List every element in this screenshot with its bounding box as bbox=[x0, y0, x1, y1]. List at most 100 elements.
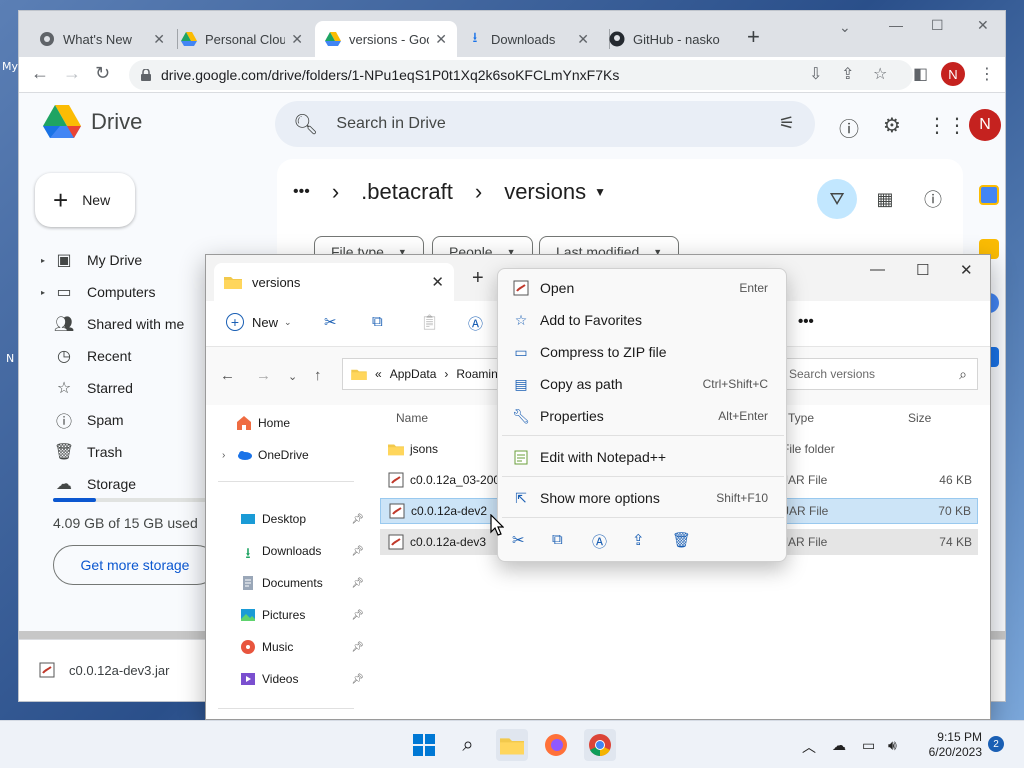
menu-item-edit-notepad[interactable]: Edit with Notepad++ bbox=[502, 442, 784, 472]
sidebar-item-shared[interactable]: 👥︎ Shared with me bbox=[41, 310, 184, 338]
paste-icon[interactable]: 📋︎ bbox=[420, 313, 439, 331]
grid-view-icon[interactable]: ▦ bbox=[865, 179, 905, 219]
start-button[interactable] bbox=[408, 729, 440, 761]
nav-item-downloads[interactable]: ⭳ Downloads 📌︎ bbox=[240, 537, 370, 565]
menu-item-compress-zip[interactable]: ▭ Compress to ZIP file bbox=[502, 337, 784, 367]
chrome-tab-github[interactable]: GitHub - nasko bbox=[599, 21, 741, 57]
menu-item-copy-as-path[interactable]: ▤ Copy as path Ctrl+Shift+C bbox=[502, 369, 784, 399]
pin-icon[interactable]: 📌︎ bbox=[351, 642, 364, 653]
download-item[interactable]: c0.0.12a-dev3.jar bbox=[39, 662, 169, 678]
nav-item-desktop[interactable]: Desktop 📌︎ bbox=[240, 505, 370, 533]
firefox-icon[interactable] bbox=[540, 729, 572, 761]
path-overflow[interactable]: « bbox=[375, 367, 382, 381]
copy-icon[interactable]: ⧉ bbox=[372, 313, 383, 330]
nav-item-pictures[interactable]: Pictures 📌︎ bbox=[240, 601, 370, 629]
details-info-icon[interactable]: ⓘ bbox=[913, 179, 953, 219]
sidebar-item-recent[interactable]: ◷ Recent bbox=[41, 342, 131, 370]
nav-item-videos[interactable]: Videos 📌︎ bbox=[240, 665, 370, 693]
forward-icon[interactable]: → bbox=[63, 63, 81, 84]
breadcrumb-parent[interactable]: .betacraft bbox=[361, 179, 453, 205]
maximize-icon[interactable]: ☐ bbox=[916, 261, 929, 279]
drive-search-input[interactable]: 🔍︎ Search in Drive ⚟ bbox=[275, 101, 815, 147]
new-button[interactable]: + New bbox=[35, 173, 135, 227]
calendar-icon[interactable] bbox=[979, 185, 999, 205]
close-tab-icon[interactable]: ✕ bbox=[431, 273, 444, 291]
close-icon[interactable]: ✕ bbox=[435, 31, 447, 48]
dropdown-caret-icon[interactable]: ▼ bbox=[594, 185, 606, 199]
new-tab-button[interactable]: + bbox=[747, 24, 760, 50]
volume-icon[interactable]: 🔊︎ bbox=[888, 737, 897, 754]
address-bar[interactable]: drive.google.com/drive/folders/1-NPu1eqS… bbox=[129, 60, 913, 90]
pin-icon[interactable]: 📌︎ bbox=[351, 610, 364, 621]
delete-icon[interactable]: 🗑︎ bbox=[672, 531, 691, 549]
chrome-tab-versions[interactable]: versions - Goo ✕ bbox=[315, 21, 457, 57]
chrome-taskbar-icon[interactable] bbox=[584, 729, 616, 761]
settings-gear-icon[interactable]: ⚙ bbox=[883, 113, 901, 138]
install-app-icon[interactable]: ⇩ bbox=[809, 64, 822, 84]
column-header-size[interactable]: Size bbox=[908, 411, 931, 425]
path-segment[interactable]: AppData bbox=[390, 367, 437, 381]
pin-icon[interactable]: 📌︎ bbox=[351, 578, 364, 589]
menu-item-show-more-options[interactable]: ⇱ Show more options Shift+F10 bbox=[502, 483, 784, 513]
more-options-icon[interactable]: ••• bbox=[798, 313, 814, 330]
cut-icon[interactable]: ✂ bbox=[512, 531, 525, 549]
chrome-tab-personal-cloud[interactable]: Personal Cloud ✕ bbox=[171, 21, 313, 57]
nav-item-home[interactable]: Home bbox=[236, 409, 384, 437]
menu-item-properties[interactable]: 🔧︎ Properties Alt+Enter bbox=[502, 401, 784, 431]
column-header-type[interactable]: Type bbox=[788, 411, 814, 425]
new-tab-button[interactable]: + bbox=[472, 267, 484, 290]
nav-item-onedrive[interactable]: › OneDrive bbox=[222, 441, 370, 469]
column-header-name[interactable]: Name bbox=[396, 411, 428, 425]
reload-icon[interactable]: ↻ bbox=[95, 63, 110, 84]
sidebar-item-starred[interactable]: ☆ Starred bbox=[41, 374, 133, 402]
bookmark-star-icon[interactable]: ☆ bbox=[873, 64, 887, 84]
side-panel-icon[interactable]: ◧ bbox=[913, 64, 928, 84]
help-icon[interactable]: ⓘ bbox=[839, 113, 859, 142]
share-icon[interactable]: ⇪ bbox=[841, 64, 854, 84]
new-item-button[interactable]: + New ⌄ bbox=[226, 313, 292, 331]
forward-icon[interactable]: → bbox=[256, 367, 271, 384]
file-explorer-taskbar-icon[interactable] bbox=[496, 729, 528, 761]
get-more-storage-button[interactable]: Get more storage bbox=[53, 545, 217, 585]
system-clock[interactable]: 9:15 PM 6/20/2023 bbox=[918, 730, 982, 760]
nav-item-music[interactable]: Music 📌︎ bbox=[240, 633, 370, 661]
rename-icon[interactable]: Ⓐ bbox=[592, 531, 607, 552]
up-icon[interactable]: ↑ bbox=[314, 367, 322, 384]
explorer-search-input[interactable]: Search versions ⌕ bbox=[780, 358, 978, 390]
expand-caret-icon[interactable]: › bbox=[222, 450, 236, 461]
pin-icon[interactable]: 📌︎ bbox=[351, 674, 364, 685]
profile-avatar[interactable]: N bbox=[941, 62, 965, 86]
explorer-tab[interactable]: versions ✕ bbox=[214, 263, 454, 301]
nav-item-documents[interactable]: Documents 📌︎ bbox=[240, 569, 370, 597]
sidebar-item-spam[interactable]: ⓘ Spam bbox=[41, 406, 124, 434]
onedrive-status-icon[interactable]: ☁ bbox=[832, 737, 846, 754]
chrome-tab-downloads[interactable]: ⭳ Downloads ✕ bbox=[457, 21, 599, 57]
filter-icon[interactable]: ⛛ bbox=[817, 179, 857, 219]
notification-badge[interactable]: 2 bbox=[988, 736, 1004, 752]
close-icon[interactable]: ✕ bbox=[291, 31, 303, 48]
menu-item-add-to-favorites[interactable]: ☆ Add to Favorites bbox=[502, 305, 784, 335]
close-window-icon[interactable]: ✕ bbox=[977, 17, 989, 34]
sidebar-item-storage[interactable]: ☁ Storage bbox=[41, 470, 136, 498]
back-icon[interactable]: ← bbox=[31, 63, 49, 84]
pin-icon[interactable]: 📌︎ bbox=[351, 546, 364, 557]
breadcrumb-current[interactable]: versions bbox=[504, 179, 586, 205]
back-icon[interactable]: ← bbox=[220, 367, 235, 384]
minimize-icon[interactable]: — bbox=[870, 261, 885, 278]
menu-item-open[interactable]: Open Enter bbox=[502, 273, 784, 303]
maximize-icon[interactable]: ☐ bbox=[931, 17, 944, 34]
show-hidden-icons-icon[interactable]: ︿ bbox=[802, 737, 816, 757]
pin-icon[interactable]: 📌︎ bbox=[351, 514, 364, 525]
chrome-tab-whats-new[interactable]: What's New ✕ bbox=[29, 21, 175, 57]
close-icon[interactable]: ✕ bbox=[577, 31, 589, 48]
expand-caret-icon[interactable]: ▸ bbox=[41, 256, 53, 265]
network-icon[interactable]: ▭ bbox=[862, 737, 875, 754]
recent-locations-icon[interactable]: ⌄ bbox=[288, 370, 297, 383]
cut-icon[interactable]: ✂ bbox=[324, 313, 337, 331]
tab-search-icon[interactable]: ⌄ bbox=[839, 19, 851, 36]
sidebar-item-trash[interactable]: 🗑︎ Trash bbox=[41, 438, 122, 466]
breadcrumb-more[interactable]: ••• bbox=[293, 183, 310, 201]
expand-caret-icon[interactable]: ▸ bbox=[41, 288, 53, 297]
search-options-icon[interactable]: ⚟ bbox=[779, 113, 795, 134]
sidebar-item-my-drive[interactable]: ▸ ▣ My Drive bbox=[41, 246, 142, 274]
